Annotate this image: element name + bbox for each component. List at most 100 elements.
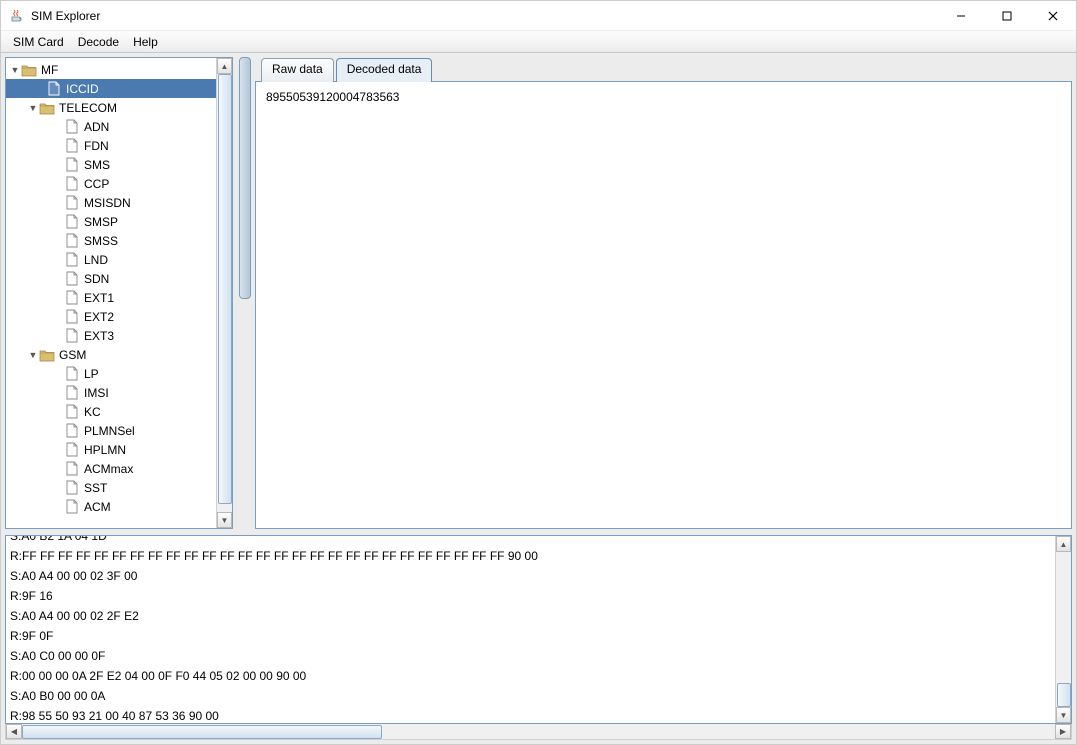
tree-toggle-icon[interactable]: ▼ [28,103,38,113]
tree-item-adn[interactable]: ADN [6,117,216,136]
decoded-value: 89550539120004783563 [266,90,399,104]
file-icon [64,404,80,420]
tree-item-lp[interactable]: LP [6,364,216,383]
log-hscroll-thumb[interactable] [22,725,382,739]
minimize-button[interactable] [938,1,984,31]
file-icon [64,271,80,287]
tree-item-msisdn[interactable]: MSISDN [6,193,216,212]
scroll-thumb[interactable] [218,74,232,504]
tree-item-ext3[interactable]: EXT3 [6,326,216,345]
right-panel: Raw data Decoded data 895505391200047835… [255,57,1072,529]
log-panel: S:A0 B2 1A 04 1DR:FF FF FF FF FF FF FF F… [5,535,1072,740]
tree-item-ext2[interactable]: EXT2 [6,307,216,326]
tree-item-smss[interactable]: SMSS [6,231,216,250]
file-icon [64,442,80,458]
tree-item-label: EXT2 [84,310,114,324]
file-icon [64,366,80,382]
tree-item-label: SMS [84,158,110,172]
tree-item-ccp[interactable]: CCP [6,174,216,193]
tree-item-smsp[interactable]: SMSP [6,212,216,231]
scroll-up-button[interactable]: ▲ [217,58,232,74]
java-cup-icon [9,8,25,24]
log-line: S:A0 C0 00 00 0F [10,646,1051,666]
tree-item-label: HPLMN [84,443,126,457]
tree-item-label: ACM [84,500,111,514]
scroll-down-button[interactable]: ▼ [217,512,232,528]
tree-item-acm[interactable]: ACM [6,497,216,516]
tree-item-label: LND [84,253,108,267]
tab-raw-data[interactable]: Raw data [261,58,334,82]
tree-item-label: SDN [84,272,109,286]
file-icon [64,195,80,211]
tree-toggle-icon[interactable]: ▼ [10,65,20,75]
tabs: Raw data Decoded data [255,57,1072,81]
file-tree[interactable]: ▼MFICCID▼TELECOMADN FDN SMS CCP MSISDN SMSP SM… [6,58,216,528]
tree-item-label: LP [84,367,99,381]
maximize-button[interactable] [984,1,1030,31]
tree-item-plmnsel[interactable]: PLMNSel [6,421,216,440]
tree-item-label: GSM [59,348,86,362]
tree-item-fdn[interactable]: FDN [6,136,216,155]
tree-panel: ▼MFICCID▼TELECOMADN FDN SMS CCP MSISDN SMSP SM… [5,57,233,529]
tab-decoded-data[interactable]: Decoded data [336,58,433,82]
file-icon [64,480,80,496]
log-hscrollbar[interactable]: ◀ ▶ [5,724,1072,740]
tree-item-gsm[interactable]: ▼ GSM [6,345,216,364]
tree-item-label: ACMmax [84,462,133,476]
close-button[interactable] [1030,1,1076,31]
log-scroll-thumb[interactable] [1057,683,1071,707]
tree-toggle-icon[interactable]: ▼ [28,350,38,360]
log-line: S:A0 B0 00 00 0A [10,686,1051,706]
log-line: R:00 00 00 0A 2F E2 04 00 0F F0 44 05 02… [10,666,1051,686]
tree-item-hplmn[interactable]: HPLMN [6,440,216,459]
log-scroll-left[interactable]: ◀ [6,724,22,739]
log-scroll-down[interactable]: ▼ [1056,707,1071,723]
folder-icon [39,100,55,116]
tree-item-telecom[interactable]: ▼TELECOM [6,98,216,117]
top-split: ▼MFICCID▼TELECOMADN FDN SMS CCP MSISDN SMSP SM… [1,53,1076,529]
menu-sim-card[interactable]: SIM Card [7,33,70,51]
file-icon [64,138,80,154]
tree-item-label: CCP [84,177,109,191]
log-scroll-right[interactable]: ▶ [1055,724,1071,739]
decoded-content: 89550539120004783563 [255,81,1072,529]
menu-decode[interactable]: Decode [72,33,125,51]
tree-item-acmmax[interactable]: ACMmax [6,459,216,478]
tree-item-sst[interactable]: SST [6,478,216,497]
file-icon [64,214,80,230]
tree-item-iccid[interactable]: ICCID [6,79,216,98]
splitter-vertical[interactable] [239,57,249,529]
log-vscrollbar[interactable]: ▲ ▼ [1055,536,1071,723]
log-line: S:A0 A4 00 00 02 3F 00 [10,566,1051,586]
tree-item-label: MSISDN [84,196,131,210]
file-icon [46,81,62,97]
menu-help[interactable]: Help [127,33,164,51]
file-icon [64,461,80,477]
tree-item-label: EXT1 [84,291,114,305]
tree-scrollbar[interactable]: ▲ ▼ [216,58,232,528]
tree-item-label: KC [84,405,101,419]
tree-item-sms[interactable]: SMS [6,155,216,174]
tree-item-label: IMSI [84,386,109,400]
log-scroll-up[interactable]: ▲ [1056,536,1071,552]
window-title: SIM Explorer [31,9,100,23]
tree-item-label: SST [84,481,107,495]
tree-item-lnd[interactable]: LND [6,250,216,269]
log-text[interactable]: S:A0 B2 1A 04 1DR:FF FF FF FF FF FF FF F… [6,536,1055,723]
tree-item-label: SMSS [84,234,118,248]
tree-item-label: FDN [84,139,109,153]
tree-item-kc[interactable]: KC [6,402,216,421]
file-icon [64,423,80,439]
content: ▼MFICCID▼TELECOMADN FDN SMS CCP MSISDN SMSP SM… [1,53,1076,744]
file-icon [64,176,80,192]
log-line: S:A0 A4 00 00 02 2F E2 [10,606,1051,626]
file-icon [64,252,80,268]
tree-item-mf[interactable]: ▼MF [6,60,216,79]
tree-item-sdn[interactable]: SDN [6,269,216,288]
tree-item-imsi[interactable]: IMSI [6,383,216,402]
log-line: R:98 55 50 93 21 00 40 87 53 36 90 00 [10,706,1051,723]
file-icon [64,309,80,325]
file-icon [64,233,80,249]
tree-item-ext1[interactable]: EXT1 [6,288,216,307]
file-icon [64,499,80,515]
